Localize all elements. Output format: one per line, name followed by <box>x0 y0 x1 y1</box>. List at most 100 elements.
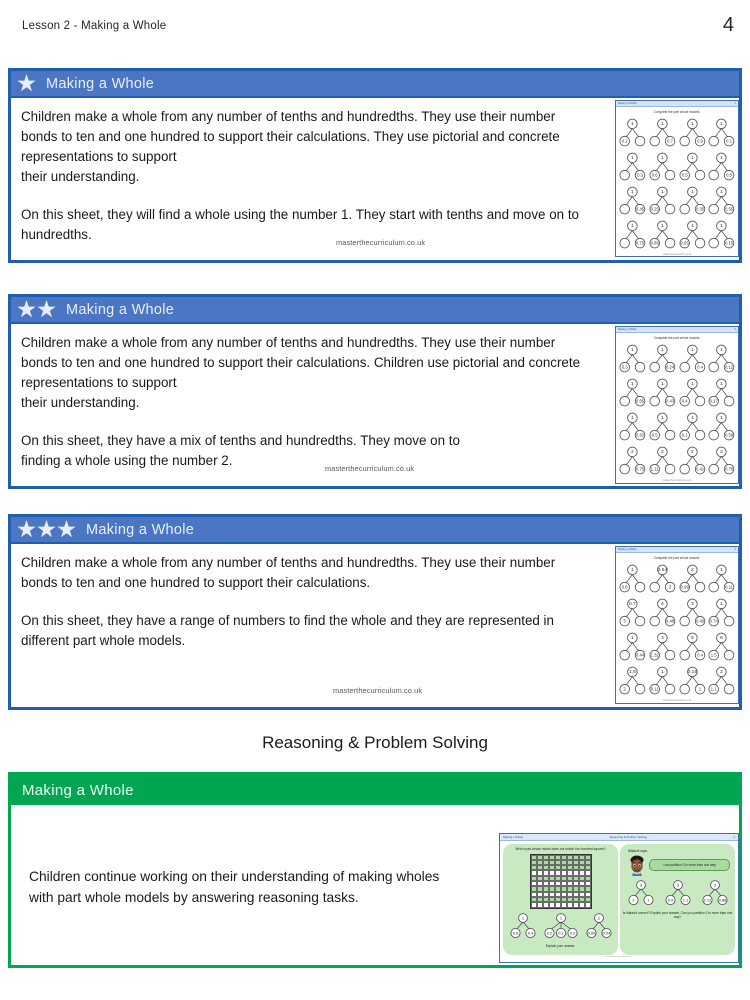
part-whole-cell: 1 0.11 <box>648 664 677 697</box>
thumbnail-doc-title: Making a Whole <box>618 328 637 331</box>
part-whole-model: 0.19 1 <box>678 666 705 694</box>
svg-text:0.88: 0.88 <box>718 898 727 903</box>
reasoning-speaker-intro: Malachi says, <box>628 849 648 853</box>
part-whole-cell: 1 0.65 <box>618 376 647 409</box>
lesson-title: Lesson 2 - Making a Whole <box>22 20 167 32</box>
thumbnail-doc-header: Making a Whole 2 <box>616 327 738 333</box>
svg-text:0.41: 0.41 <box>695 466 704 471</box>
part-whole-model: 1 0.43 <box>649 378 676 406</box>
reasoning-left-models: 1 0.6 0.4 1 0.2 0.1 0.2 1 0.06 0.04 <box>505 911 616 941</box>
part-whole-model: 1 0.75 <box>619 220 646 248</box>
svg-text:1: 1 <box>720 188 723 194</box>
svg-text:1: 1 <box>690 346 693 352</box>
svg-text:0.2: 0.2 <box>569 930 575 935</box>
part-whole-model: 1 0.11 <box>649 666 676 694</box>
part-whole-model: 3 0.46 <box>678 598 705 626</box>
svg-text:1: 1 <box>661 668 664 674</box>
worksheet-thumbnail-3[interactable]: Making a Whole 3 Complete the part whole… <box>615 546 739 704</box>
svg-text:0.4: 0.4 <box>697 652 704 657</box>
reasoning-thumbnail[interactable]: Making a Whole Reasoning & Problem Solvi… <box>499 833 739 963</box>
reasoning-description: Children continue working on their under… <box>29 869 440 905</box>
activity-card-header: Making a Whole <box>11 71 739 98</box>
part-whole-model: 1 0.55 <box>708 186 735 214</box>
thumbnail-doc-header: Making a Whole 3 <box>616 547 738 553</box>
activity-title: Making a Whole <box>66 301 175 318</box>
reasoning-right-panel: Malachi says, I can partition 3 in more … <box>620 844 735 955</box>
star-icon <box>17 300 36 318</box>
svg-text:1.11: 1.11 <box>651 466 660 471</box>
reasoning-thumb-footer: masterthecurriculum.co.uk <box>606 956 632 958</box>
worksheet-thumbnail-1[interactable]: Making a Whole 1 Complete the part whole… <box>615 100 739 257</box>
part-whole-cell: 1 0.24 <box>648 342 677 375</box>
watermark: masterthecurriculum.co.uk <box>325 464 415 473</box>
part-whole-model: 1 0.45 <box>619 186 646 214</box>
svg-text:0.64: 0.64 <box>657 566 667 572</box>
svg-text:1: 1 <box>690 380 693 386</box>
part-whole-cell: 1 0.17 <box>707 376 736 409</box>
activity-card-2-star: Making a Whole Children make a whole fro… <box>8 294 742 489</box>
part-whole-model: 1 0.5 <box>649 412 676 440</box>
hundred-square <box>529 853 592 909</box>
part-whole-model: 1 0.15 <box>708 220 735 248</box>
svg-text:1.32: 1.32 <box>650 652 659 657</box>
difficulty-stars <box>17 520 76 539</box>
svg-text:1: 1 <box>661 346 664 352</box>
part-whole-cell: 1 0.12 <box>707 342 736 375</box>
svg-text:0.46: 0.46 <box>695 618 704 623</box>
reasoning-right-prompts: Is Malachi correct? Explain your answer.… <box>622 911 733 920</box>
part-whole-cell: 2 0.78 <box>707 444 736 477</box>
thumbnail-doc-title: Making a Whole <box>618 548 637 551</box>
svg-text:0.7: 0.7 <box>667 138 674 143</box>
part-whole-model: 1 0.85 <box>649 220 676 248</box>
svg-text:0.74: 0.74 <box>710 618 719 623</box>
activity-description: Children make a whole from any number of… <box>21 109 560 184</box>
part-whole-grid: 1 0.6 0.64 3 2 0.99 1 0.11 0.7 5 4 0.48 … <box>616 561 738 699</box>
part-whole-cell: 1 0.5 <box>648 410 677 443</box>
part-whole-cell: 0.19 1 <box>678 664 707 697</box>
part-whole-cell: 1 0.6 <box>648 150 677 183</box>
part-whole-cell: 2 1.1 <box>707 664 736 697</box>
reasoning-title: Making a Whole <box>22 781 134 799</box>
reasoning-card-header: Making a Whole <box>11 775 739 805</box>
svg-text:0.58: 0.58 <box>725 432 734 437</box>
reasoning-thumb-header: Making a Whole Reasoning & Problem Solvi… <box>500 834 738 841</box>
svg-text:0.9: 0.9 <box>667 898 673 903</box>
star-icon <box>17 74 36 92</box>
svg-text:0.78: 0.78 <box>725 466 734 471</box>
svg-text:0.19: 0.19 <box>687 668 697 674</box>
svg-text:2: 2 <box>690 566 693 572</box>
part-whole-model: 10.6 0.4 <box>510 912 535 938</box>
part-whole-model: 10.2 0.1 0.2 <box>544 912 577 938</box>
part-whole-model: 1 0.6 <box>619 564 646 592</box>
worksheet-thumbnail-2[interactable]: Making a Whole 2 Complete the part whole… <box>615 326 739 484</box>
reasoning-thumb-page: 4 <box>733 835 735 839</box>
svg-text:0.25: 0.25 <box>650 206 659 211</box>
svg-text:1: 1 <box>661 222 664 228</box>
thumbnail-footer: masterthecurriculum.co.uk <box>662 252 692 256</box>
svg-text:1: 1 <box>661 380 664 386</box>
svg-text:0.5: 0.5 <box>652 432 659 437</box>
svg-text:0.44: 0.44 <box>636 652 645 657</box>
part-whole-model: 2 0.99 <box>678 564 705 592</box>
svg-text:1.1: 1.1 <box>711 686 718 691</box>
reasoning-left-prompt: Explain your answer. <box>545 943 576 948</box>
page-number: 4 <box>722 14 734 36</box>
svg-text:2: 2 <box>690 448 693 454</box>
part-whole-model: 1 0.11 <box>708 564 735 592</box>
svg-text:0.5: 0.5 <box>681 172 688 177</box>
part-whole-cell: 1 0.9 <box>678 116 707 149</box>
part-whole-model: 1 0.82 <box>619 412 646 440</box>
part-whole-cell: 1 0.15 <box>707 218 736 251</box>
part-whole-model: 2 1.1 <box>708 666 735 694</box>
svg-text:0.55: 0.55 <box>725 206 734 211</box>
svg-text:0.12: 0.12 <box>725 364 734 369</box>
svg-text:0.06: 0.06 <box>587 930 596 935</box>
svg-text:0.3: 0.3 <box>622 364 629 369</box>
svg-text:1.8: 1.8 <box>629 668 636 674</box>
activity-title: Making a Whole <box>46 75 155 92</box>
svg-text:0.24: 0.24 <box>666 364 675 369</box>
part-whole-model: 1 0.58 <box>708 412 735 440</box>
part-whole-model: 4 0.48 <box>649 598 676 626</box>
svg-text:1: 1 <box>720 120 723 126</box>
svg-text:0.2: 0.2 <box>622 138 629 143</box>
